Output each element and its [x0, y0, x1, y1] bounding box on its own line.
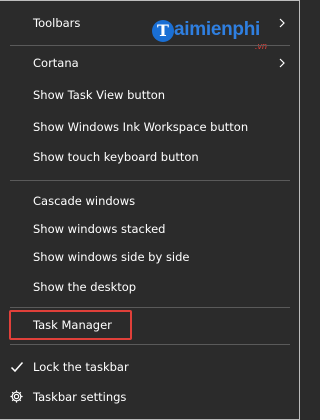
chevron-right-icon	[279, 58, 285, 68]
chevron-right-icon	[279, 18, 285, 28]
checkmark-icon	[10, 362, 24, 373]
menu-item-label: Show windows stacked	[33, 222, 166, 236]
menu-item-show-task-view[interactable]: Show Task View button	[0, 82, 299, 108]
menu-item-lock-taskbar[interactable]: Lock the taskbar	[0, 354, 299, 380]
menu-item-label: Show touch keyboard button	[33, 150, 199, 164]
menu-item-cortana[interactable]: Cortana	[0, 50, 299, 76]
menu-item-label: Toolbars	[33, 16, 81, 30]
menu-item-show-stacked[interactable]: Show windows stacked	[0, 216, 299, 242]
menu-separator	[10, 180, 290, 181]
menu-item-label: Show windows side by side	[33, 250, 190, 264]
menu-separator	[10, 344, 290, 345]
gear-icon	[10, 390, 23, 403]
menu-item-label: Task Manager	[33, 318, 112, 332]
menu-item-label: Cortana	[33, 56, 79, 70]
menu-item-label: Show the desktop	[33, 280, 137, 294]
menu-separator	[10, 45, 290, 46]
menu-item-show-ink-workspace[interactable]: Show Windows Ink Workspace button	[0, 114, 299, 140]
menu-item-show-touch-keyboard[interactable]: Show touch keyboard button	[0, 144, 299, 170]
menu-item-taskbar-settings[interactable]: Taskbar settings	[0, 384, 299, 410]
menu-item-task-manager[interactable]: Task Manager	[0, 312, 299, 338]
menu-separator	[10, 307, 290, 308]
taskbar-context-menu: T aimienphi .vn Toolbars Cortana Show Ta…	[0, 0, 300, 420]
menu-item-show-side-by-side[interactable]: Show windows side by side	[0, 244, 299, 270]
menu-item-label: Cascade windows	[33, 194, 136, 208]
menu-item-label: Show Task View button	[33, 88, 166, 102]
menu-item-label: Taskbar settings	[33, 390, 127, 404]
menu-item-label: Show Windows Ink Workspace button	[33, 120, 249, 134]
menu-item-toolbars[interactable]: Toolbars	[0, 10, 299, 36]
menu-item-show-desktop[interactable]: Show the desktop	[0, 274, 299, 300]
menu-item-label: Lock the taskbar	[33, 360, 129, 374]
menu-item-cascade-windows[interactable]: Cascade windows	[0, 188, 299, 214]
